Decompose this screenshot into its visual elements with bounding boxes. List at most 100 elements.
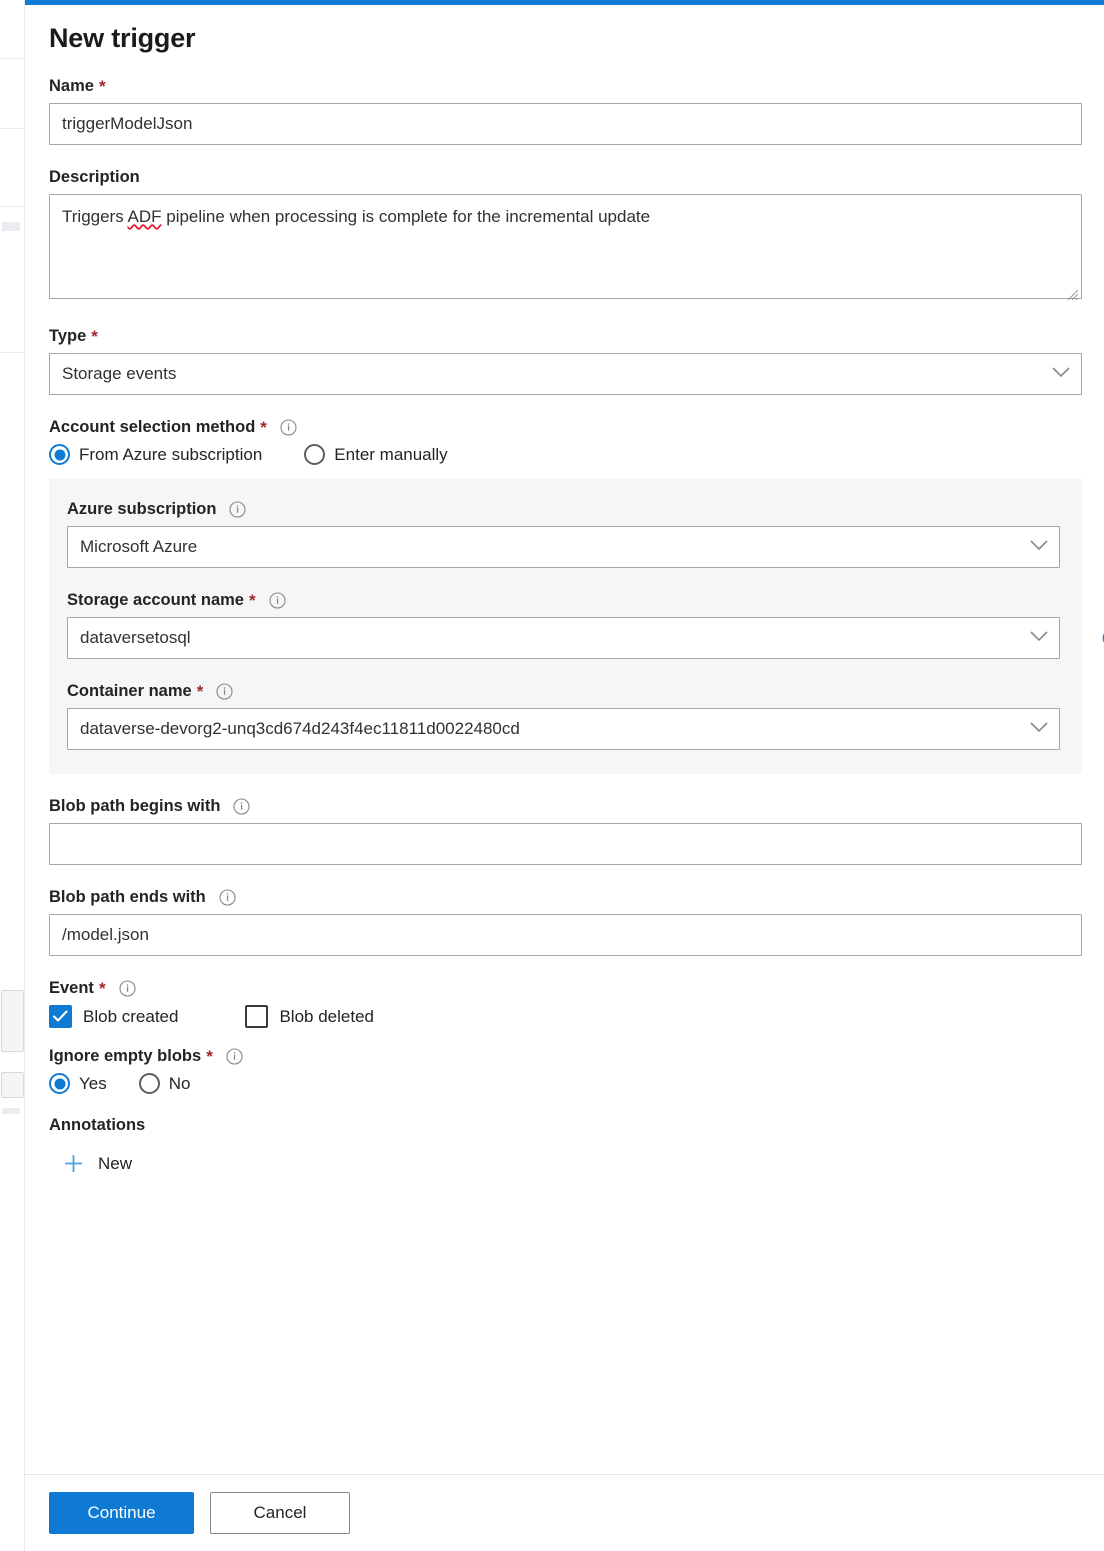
- ignore-empty-blobs-radios: Yes No: [49, 1073, 1082, 1094]
- radio-enter-manually[interactable]: Enter manually: [304, 444, 447, 465]
- checkbox-label: Blob deleted: [279, 1007, 374, 1027]
- new-trigger-blade: New trigger Name * Description Triggers …: [25, 0, 1104, 1551]
- type-label: Type *: [49, 326, 1082, 346]
- radio-label: Enter manually: [334, 445, 447, 465]
- required-asterisk: *: [260, 419, 267, 436]
- description-wrapper: Triggers ADF pipeline when processing is…: [49, 194, 1082, 304]
- field-azure-subscription: Azure subscription Microsoft Azure: [67, 499, 1060, 568]
- type-select-wrapper: Storage events: [49, 353, 1082, 395]
- storage-account-name-label: Storage account name *: [67, 590, 1060, 610]
- cancel-button[interactable]: Cancel: [210, 1492, 350, 1534]
- blob-path-ends-with-label: Blob path ends with: [49, 887, 1082, 907]
- required-asterisk: *: [99, 78, 106, 95]
- info-icon[interactable]: [229, 501, 246, 518]
- field-container-name: Container name * dataverse-devorg2-unq3c…: [67, 681, 1060, 750]
- radio-indicator: [304, 444, 325, 465]
- info-icon[interactable]: [119, 980, 136, 997]
- checkbox-indicator: [245, 1005, 268, 1028]
- radio-label: Yes: [79, 1074, 107, 1094]
- radio-indicator: [139, 1073, 160, 1094]
- required-asterisk: *: [197, 683, 204, 700]
- type-selected-value: Storage events: [62, 364, 176, 384]
- info-icon[interactable]: [226, 1048, 243, 1065]
- required-asterisk: *: [91, 328, 98, 345]
- add-annotation-button[interactable]: New: [63, 1153, 132, 1174]
- radio-from-azure-subscription[interactable]: From Azure subscription: [49, 444, 262, 465]
- storage-account-name-selected-value: dataversetosql: [80, 628, 191, 648]
- azure-subscription-selected-value: Microsoft Azure: [80, 537, 197, 557]
- radio-indicator: [49, 1073, 70, 1094]
- blob-path-begins-with-label: Blob path begins with: [49, 796, 1082, 816]
- description-input[interactable]: [49, 194, 1082, 299]
- name-label-text: Name: [49, 76, 94, 96]
- container-name-select[interactable]: dataverse-devorg2-unq3cd674d243f4ec11811…: [67, 708, 1060, 750]
- blob-path-begins-with-label-text: Blob path begins with: [49, 796, 220, 816]
- page-title: New trigger: [49, 23, 1082, 54]
- storage-account-name-label-text: Storage account name: [67, 590, 244, 610]
- radio-ignore-empty-blobs-yes[interactable]: Yes: [49, 1073, 107, 1094]
- radio-ignore-empty-blobs-no[interactable]: No: [139, 1073, 191, 1094]
- required-asterisk: *: [99, 980, 106, 997]
- description-label-text: Description: [49, 167, 140, 187]
- description-label: Description: [49, 167, 1082, 187]
- field-ignore-empty-blobs: Ignore empty blobs * Yes No: [49, 1046, 1082, 1094]
- required-asterisk: *: [249, 592, 256, 609]
- field-description: Description Triggers ADF pipeline when p…: [49, 167, 1082, 304]
- continue-button[interactable]: Continue: [49, 1492, 194, 1534]
- checkbox-blob-created[interactable]: Blob created: [49, 1005, 178, 1028]
- info-icon[interactable]: [233, 798, 250, 815]
- event-label-text: Event: [49, 978, 94, 998]
- azure-subscription-panel: Azure subscription Microsoft Azure: [49, 479, 1082, 774]
- type-select[interactable]: Storage events: [49, 353, 1082, 395]
- container-name-label-text: Container name: [67, 681, 192, 701]
- field-blob-path-ends-with: Blob path ends with: [49, 887, 1082, 956]
- blob-path-ends-with-input[interactable]: [49, 914, 1082, 956]
- refresh-icon[interactable]: [1095, 621, 1104, 655]
- field-name: Name *: [49, 76, 1082, 145]
- checkbox-indicator: [49, 1005, 72, 1028]
- account-selection-method-label: Account selection method *: [49, 417, 1082, 437]
- info-icon[interactable]: [280, 419, 297, 436]
- container-name-select-wrapper: dataverse-devorg2-unq3cd674d243f4ec11811…: [67, 708, 1060, 750]
- account-selection-method-radios: From Azure subscription Enter manually: [49, 444, 1082, 465]
- field-account-selection-method: Account selection method * From Azure su…: [49, 417, 1082, 465]
- ignore-empty-blobs-label: Ignore empty blobs *: [49, 1046, 1082, 1066]
- checkbox-blob-deleted[interactable]: Blob deleted: [245, 1005, 374, 1028]
- name-input[interactable]: [49, 103, 1082, 145]
- blade-scroll-area[interactable]: New trigger Name * Description Triggers …: [25, 5, 1104, 1475]
- azure-subscription-label: Azure subscription: [67, 499, 1060, 519]
- checkbox-label: Blob created: [83, 1007, 178, 1027]
- annotations-label: Annotations: [49, 1116, 1082, 1135]
- type-label-text: Type: [49, 326, 86, 346]
- add-annotation-label: New: [98, 1154, 132, 1174]
- storage-account-name-select[interactable]: dataversetosql: [67, 617, 1060, 659]
- info-icon[interactable]: [269, 592, 286, 609]
- radio-label: No: [169, 1074, 191, 1094]
- radio-label: From Azure subscription: [79, 445, 262, 465]
- field-blob-path-begins-with: Blob path begins with: [49, 796, 1082, 865]
- event-checkboxes: Blob created Blob deleted: [49, 1005, 1082, 1028]
- azure-subscription-label-text: Azure subscription: [67, 499, 216, 519]
- container-name-selected-value: dataverse-devorg2-unq3cd674d243f4ec11811…: [80, 719, 520, 739]
- info-icon[interactable]: [216, 683, 233, 700]
- field-annotations: Annotations New: [49, 1116, 1082, 1179]
- radio-indicator: [49, 444, 70, 465]
- info-icon[interactable]: [219, 889, 236, 906]
- storage-account-name-row: dataversetosql: [67, 617, 1060, 659]
- blade-footer: Continue Cancel: [25, 1475, 1104, 1551]
- ignore-empty-blobs-label-text: Ignore empty blobs: [49, 1046, 201, 1066]
- blob-path-ends-with-label-text: Blob path ends with: [49, 887, 206, 907]
- storage-account-name-select-wrapper: dataversetosql: [67, 617, 1060, 659]
- azure-subscription-select-wrapper: Microsoft Azure: [67, 526, 1060, 568]
- field-storage-account-name: Storage account name * dataversetosql: [67, 590, 1060, 659]
- event-label: Event *: [49, 978, 1082, 998]
- field-type: Type * Storage events: [49, 326, 1082, 395]
- name-label: Name *: [49, 76, 1082, 96]
- azure-subscription-select[interactable]: Microsoft Azure: [67, 526, 1060, 568]
- plus-icon: [63, 1153, 84, 1174]
- container-name-label: Container name *: [67, 681, 1060, 701]
- account-selection-method-label-text: Account selection method: [49, 417, 255, 437]
- background-strip: [0, 0, 25, 1551]
- required-asterisk: *: [206, 1048, 213, 1065]
- blob-path-begins-with-input[interactable]: [49, 823, 1082, 865]
